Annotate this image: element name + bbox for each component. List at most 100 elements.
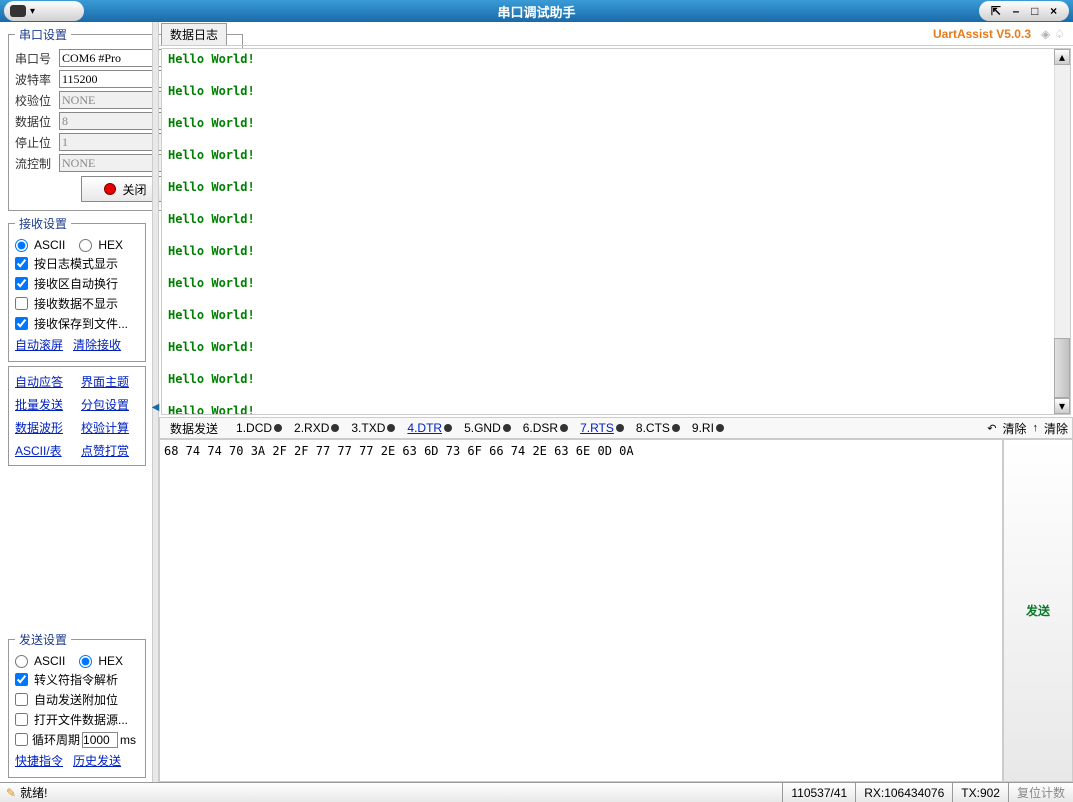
- save-file-label: 接收保存到文件...: [34, 315, 128, 332]
- scrollbar[interactable]: ▴ ▾: [1054, 49, 1070, 414]
- send-ascii-label: ASCII: [34, 654, 65, 668]
- batch-send-link[interactable]: 批量发送: [15, 396, 73, 413]
- receive-settings-group: 接收设置 ASCII HEX 按日志模式显示 接收区自动换行 接收数据不显示 接…: [8, 215, 146, 362]
- escape-parse-label: 转义符指令解析: [34, 671, 118, 688]
- clear-send-link-1[interactable]: 清除: [1002, 420, 1026, 437]
- pin-1-DCD[interactable]: 1.DCD: [236, 421, 282, 435]
- pin-label: 5.GND: [464, 421, 501, 435]
- pin-9-RI[interactable]: 9.RI: [692, 421, 724, 435]
- undo-icon[interactable]: ↶: [987, 422, 996, 435]
- checksum-link[interactable]: 校验计算: [81, 419, 139, 436]
- send-ascii-radio[interactable]: [15, 655, 28, 668]
- send-settings-group: 发送设置 ASCII HEX 转义符指令解析 自动发送附加位 打开文件数据源..…: [8, 631, 146, 778]
- shortcut-cmd-link[interactable]: 快捷指令: [15, 752, 63, 769]
- auto-append-checkbox[interactable]: [15, 693, 28, 706]
- send-input[interactable]: [159, 439, 1003, 782]
- hide-recv-checkbox[interactable]: [15, 297, 28, 310]
- pin-button[interactable]: ⇱: [991, 4, 1001, 18]
- auto-scroll-link[interactable]: 自动滚屏: [15, 336, 63, 353]
- clear-send-link-2[interactable]: 清除: [1044, 420, 1068, 437]
- titlebar: ▾ 串口调试助手 ⇱ – □ ×: [0, 0, 1073, 22]
- pin-8-CTS[interactable]: 8.CTS: [636, 421, 680, 435]
- brand-label: UartAssist V5.0.3: [933, 27, 1031, 41]
- pin-label: 4.DTR: [407, 421, 442, 435]
- pin-label: 2.RXD: [294, 421, 329, 435]
- loop-period-input[interactable]: [82, 732, 118, 748]
- left-sidebar: 串口设置 串口号 波特率 校验位: [0, 22, 152, 782]
- auto-wrap-label: 接收区自动换行: [34, 275, 118, 292]
- close-port-label: 关闭: [122, 181, 146, 198]
- bell-icon[interactable]: ♤: [1054, 27, 1065, 41]
- pin-indicator-icon: [560, 424, 568, 432]
- sidebar-collapse-handle[interactable]: ◀: [152, 22, 159, 782]
- status-tx: TX:902: [952, 783, 1008, 802]
- ascii-table-link[interactable]: ASCII/表: [15, 442, 73, 459]
- pin-indicator-icon: [387, 424, 395, 432]
- tool-links-group: 自动应答 界面主题 批量发送 分包设置 数据波形 校验计算 ASCII/表 点赞…: [8, 366, 146, 466]
- pin-indicator-icon: [444, 424, 452, 432]
- file-source-label: 打开文件数据源...: [34, 711, 128, 728]
- pin-6-DSR[interactable]: 6.DSR: [523, 421, 568, 435]
- pin-indicator-icon: [716, 424, 724, 432]
- stopbits-label: 停止位: [15, 134, 55, 151]
- loop-period-checkbox[interactable]: [15, 733, 28, 746]
- save-file-checkbox[interactable]: [15, 317, 28, 330]
- file-source-checkbox[interactable]: [15, 713, 28, 726]
- main-panel: 数据日志 UartAssist V5.0.3 ◈ ♤ Hello World! …: [159, 22, 1073, 782]
- pin-label: 1.DCD: [236, 421, 272, 435]
- pin-label: 7.RTS: [580, 421, 614, 435]
- pin-label: 8.CTS: [636, 421, 670, 435]
- window-controls: ⇱ – □ ×: [979, 1, 1069, 21]
- send-area: 数据发送 1.DCD2.RXD3.TXD4.DTR5.GND6.DSR7.RTS…: [159, 417, 1073, 782]
- pin-2-RXD[interactable]: 2.RXD: [294, 421, 339, 435]
- send-hex-radio[interactable]: [79, 655, 92, 668]
- waveform-link[interactable]: 数据波形: [15, 419, 73, 436]
- recv-ascii-label: ASCII: [34, 238, 65, 252]
- donate-link[interactable]: 点赞打赏: [81, 442, 139, 459]
- minimize-button[interactable]: –: [1013, 4, 1020, 18]
- auto-wrap-checkbox[interactable]: [15, 277, 28, 290]
- loop-period-label: 循环周期: [32, 731, 80, 748]
- settings-icon[interactable]: ◈: [1041, 27, 1050, 41]
- send-button[interactable]: 发送: [1003, 439, 1073, 782]
- chevron-left-icon: ◀: [152, 402, 160, 413]
- log-mode-label: 按日志模式显示: [34, 255, 118, 272]
- pin-indicator-icon: [616, 424, 624, 432]
- escape-parse-checkbox[interactable]: [15, 673, 28, 686]
- log-header: 数据日志 UartAssist V5.0.3 ◈ ♤: [159, 22, 1073, 46]
- clear-recv-link[interactable]: 清除接收: [73, 336, 121, 353]
- maximize-button[interactable]: □: [1031, 4, 1038, 18]
- loop-period-unit: ms: [120, 733, 136, 747]
- pin-indicator-icon: [672, 424, 680, 432]
- auto-reply-link[interactable]: 自动应答: [15, 373, 73, 390]
- recv-ascii-radio[interactable]: [15, 239, 28, 252]
- pin-5-GND[interactable]: 5.GND: [464, 421, 511, 435]
- history-send-link[interactable]: 历史发送: [73, 752, 121, 769]
- theme-link[interactable]: 界面主题: [81, 373, 139, 390]
- send-hex-label: HEX: [98, 654, 123, 668]
- log-output: Hello World! Hello World! Hello World! H…: [161, 48, 1071, 415]
- status-dot-icon: [104, 183, 116, 195]
- log-mode-checkbox[interactable]: [15, 257, 28, 270]
- log-text[interactable]: Hello World! Hello World! Hello World! H…: [162, 49, 1070, 415]
- auto-append-label: 自动发送附加位: [34, 691, 118, 708]
- scroll-down-button[interactable]: ▾: [1054, 398, 1070, 414]
- pin-3-TXD[interactable]: 3.TXD: [351, 421, 395, 435]
- port-settings-legend: 串口设置: [15, 26, 71, 43]
- up-arrow-icon[interactable]: ↑: [1032, 422, 1038, 434]
- pin-4-DTR[interactable]: 4.DTR: [407, 421, 452, 435]
- receive-settings-legend: 接收设置: [15, 215, 71, 232]
- send-header: 数据发送 1.DCD2.RXD3.TXD4.DTR5.GND6.DSR7.RTS…: [159, 417, 1073, 439]
- databits-label: 数据位: [15, 113, 55, 130]
- scroll-thumb[interactable]: [1054, 338, 1070, 398]
- reset-counter-link[interactable]: 复位计数: [1008, 783, 1073, 802]
- log-tab[interactable]: 数据日志: [161, 23, 227, 45]
- packet-settings-link[interactable]: 分包设置: [81, 396, 139, 413]
- pin-indicator-icon: [274, 424, 282, 432]
- send-button-label: 发送: [1026, 602, 1050, 619]
- recv-hex-radio[interactable]: [79, 239, 92, 252]
- scroll-up-button[interactable]: ▴: [1054, 49, 1070, 65]
- pin-label: 6.DSR: [523, 421, 558, 435]
- close-window-button[interactable]: ×: [1050, 4, 1057, 18]
- pin-7-RTS[interactable]: 7.RTS: [580, 421, 624, 435]
